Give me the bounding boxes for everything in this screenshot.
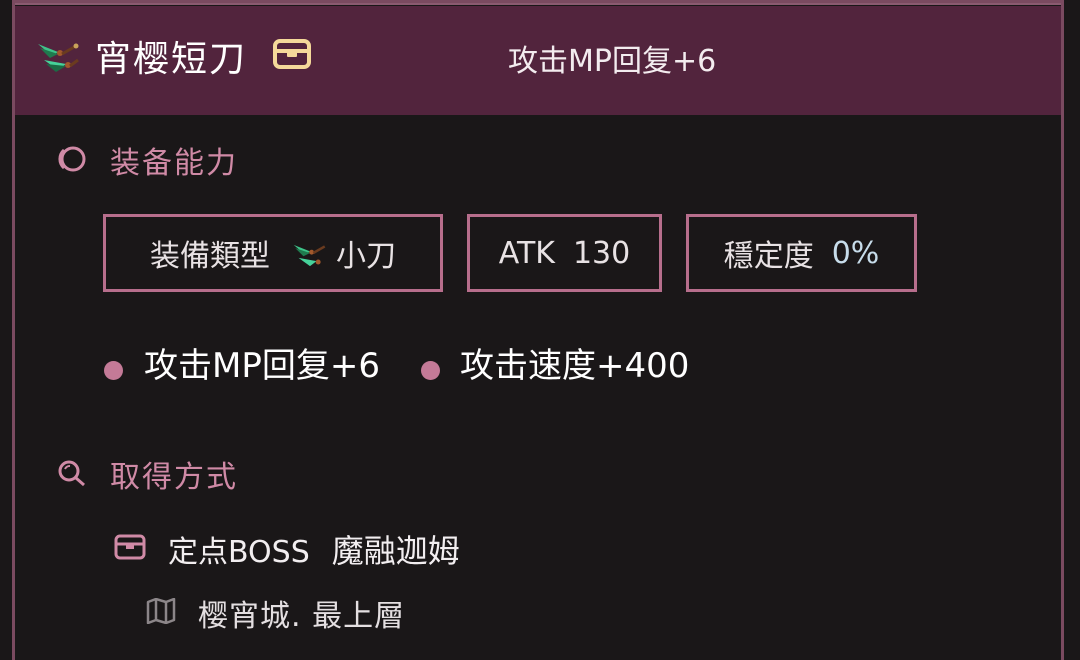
obtain-section-title: 取得方式 — [110, 460, 238, 495]
ability-bullet — [421, 361, 440, 380]
stability-value: 0% — [831, 235, 880, 271]
source-name[interactable]: 魔融迦姆 — [332, 532, 460, 570]
stability-box: 穩定度 0% — [686, 214, 917, 292]
atk-box: ATK 130 — [467, 214, 662, 292]
map-icon — [146, 598, 176, 624]
atk-value: 130 — [572, 235, 631, 271]
chest-icon — [114, 534, 146, 560]
chest-icon[interactable] — [272, 38, 312, 70]
ring-icon — [58, 146, 86, 172]
equip-type-value: 小刀 — [336, 239, 396, 274]
equip-type-box: 装備類型 小刀 — [103, 214, 443, 292]
source-type: 定点BOSS — [168, 535, 310, 570]
equip-section-title: 装备能力 — [110, 146, 238, 181]
atk-label: ATK — [498, 235, 555, 271]
location-text: 樱宵城. 最上層 — [198, 599, 406, 634]
header-effect: 攻击MP回复+6 — [508, 44, 717, 79]
item-name: 宵樱短刀 — [95, 39, 248, 80]
ability-item: 攻击速度+400 — [460, 346, 690, 386]
search-icon — [58, 460, 85, 487]
equip-type-label: 装備類型 — [150, 239, 270, 274]
green-kunai-icon — [38, 43, 79, 72]
green-kunai-icon — [293, 244, 326, 267]
ability-bullet — [104, 361, 123, 380]
ability-item: 攻击MP回复+6 — [144, 346, 380, 386]
source-line[interactable]: 定点BOSS 魔融迦姆 — [168, 526, 460, 572]
stability-label: 穩定度 — [723, 239, 814, 274]
